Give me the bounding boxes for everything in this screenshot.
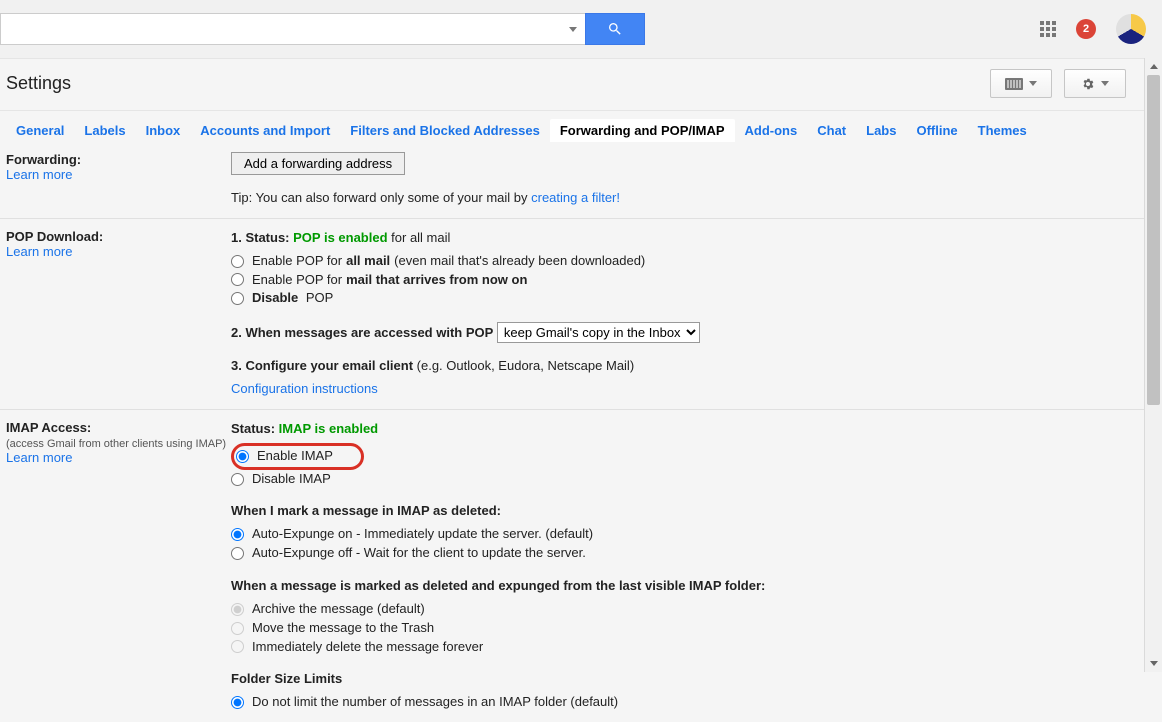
add-forwarding-address-button[interactable]: Add a forwarding address xyxy=(231,152,405,175)
notifications-badge[interactable]: 2 xyxy=(1076,19,1096,39)
pop-enable-new-radio[interactable] xyxy=(231,273,244,286)
imap-learn-more-link[interactable]: Learn more xyxy=(6,450,72,465)
tab-forwarding-pop-imap[interactable]: Forwarding and POP/IMAP xyxy=(550,119,735,142)
tab-accounts[interactable]: Accounts and Import xyxy=(190,119,340,142)
forwarding-learn-more-link[interactable]: Learn more xyxy=(6,167,72,182)
tab-addons[interactable]: Add-ons xyxy=(735,119,808,142)
tab-labs[interactable]: Labs xyxy=(856,119,906,142)
section-pop: POP Download: Learn more 1. Status: POP … xyxy=(0,219,1162,410)
pop-status-label: 1. Status: xyxy=(231,230,293,245)
avatar[interactable] xyxy=(1116,14,1146,44)
imap-status-label: Status: xyxy=(231,421,279,436)
create-filter-link[interactable]: creating a filter! xyxy=(531,190,620,205)
pop-access-label: 2. When messages are accessed with POP xyxy=(231,325,493,340)
title-right-controls xyxy=(990,69,1156,98)
folder-no-limit-radio[interactable] xyxy=(231,696,244,709)
tab-offline[interactable]: Offline xyxy=(906,119,967,142)
search-icon xyxy=(607,21,623,37)
caret-down-icon xyxy=(1029,81,1037,86)
expunged-delete-radio[interactable] xyxy=(231,640,244,653)
caret-down-icon xyxy=(1101,81,1109,86)
auto-expunge-off-radio[interactable] xyxy=(231,547,244,560)
pop-configure-label: 3. Configure your email client xyxy=(231,358,413,373)
enable-imap-callout: Enable IMAP xyxy=(231,443,364,470)
pop-disable-radio[interactable] xyxy=(231,292,244,305)
forwarding-heading: Forwarding: xyxy=(6,152,81,167)
caret-down-icon xyxy=(569,27,577,32)
vertical-scrollbar[interactable] xyxy=(1144,58,1162,672)
expunged-archive-radio[interactable] xyxy=(231,603,244,616)
keyboard-icon xyxy=(1005,78,1023,90)
search-input[interactable] xyxy=(1,16,561,42)
settings-content: Forwarding: Learn more Add a forwarding … xyxy=(0,142,1162,722)
pop-status-value: POP is enabled xyxy=(293,230,387,245)
pop-heading: POP Download: xyxy=(6,229,103,244)
expunged-trash-radio[interactable] xyxy=(231,622,244,635)
title-row: Settings xyxy=(0,59,1162,104)
scroll-thumb[interactable] xyxy=(1147,75,1160,405)
settings-gear-button[interactable] xyxy=(1064,69,1126,98)
section-forwarding: Forwarding: Learn more Add a forwarding … xyxy=(0,142,1162,219)
folder-limits-heading: Folder Size Limits xyxy=(231,671,342,686)
pop-enable-all-radio[interactable] xyxy=(231,255,244,268)
tab-chat[interactable]: Chat xyxy=(807,119,856,142)
page-title: Settings xyxy=(6,73,71,94)
section-imap: IMAP Access: (access Gmail from other cl… xyxy=(0,410,1162,722)
pop-status-suffix: for all mail xyxy=(388,230,451,245)
imap-expunged-heading: When a message is marked as deleted and … xyxy=(231,578,765,593)
pop-learn-more-link[interactable]: Learn more xyxy=(6,244,72,259)
forwarding-tip-text: Tip: You can also forward only some of y… xyxy=(231,190,531,205)
auto-expunge-on-radio[interactable] xyxy=(231,528,244,541)
top-right-controls: 2 xyxy=(1040,14,1146,44)
imap-heading: IMAP Access: xyxy=(6,420,91,435)
pop-configuration-link[interactable]: Configuration instructions xyxy=(231,381,378,396)
top-bar: 2 xyxy=(0,0,1162,59)
imap-disable-radio[interactable] xyxy=(231,473,244,486)
search-button[interactable] xyxy=(585,13,645,45)
search-options-dropdown[interactable] xyxy=(561,15,585,43)
tab-general[interactable]: General xyxy=(6,119,74,142)
imap-status-value: IMAP is enabled xyxy=(279,421,378,436)
imap-deleted-heading: When I mark a message in IMAP as deleted… xyxy=(231,503,501,518)
input-method-button[interactable] xyxy=(990,69,1052,98)
tab-themes[interactable]: Themes xyxy=(968,119,1037,142)
tab-inbox[interactable]: Inbox xyxy=(136,119,191,142)
google-apps-icon[interactable] xyxy=(1040,21,1056,37)
scroll-up-icon[interactable] xyxy=(1145,58,1162,75)
search-box xyxy=(0,13,586,45)
pop-access-select[interactable]: keep Gmail's copy in the Inbox xyxy=(497,322,700,343)
page: Settings General Labels Inbox Accounts a… xyxy=(0,59,1162,722)
tab-filters[interactable]: Filters and Blocked Addresses xyxy=(340,119,550,142)
tab-labels[interactable]: Labels xyxy=(74,119,135,142)
settings-tabs: General Labels Inbox Accounts and Import… xyxy=(0,111,1162,142)
scroll-down-icon[interactable] xyxy=(1145,655,1162,672)
imap-enable-radio[interactable] xyxy=(236,450,249,463)
gear-icon xyxy=(1081,77,1095,91)
imap-subheading: (access Gmail from other clients using I… xyxy=(6,438,226,450)
